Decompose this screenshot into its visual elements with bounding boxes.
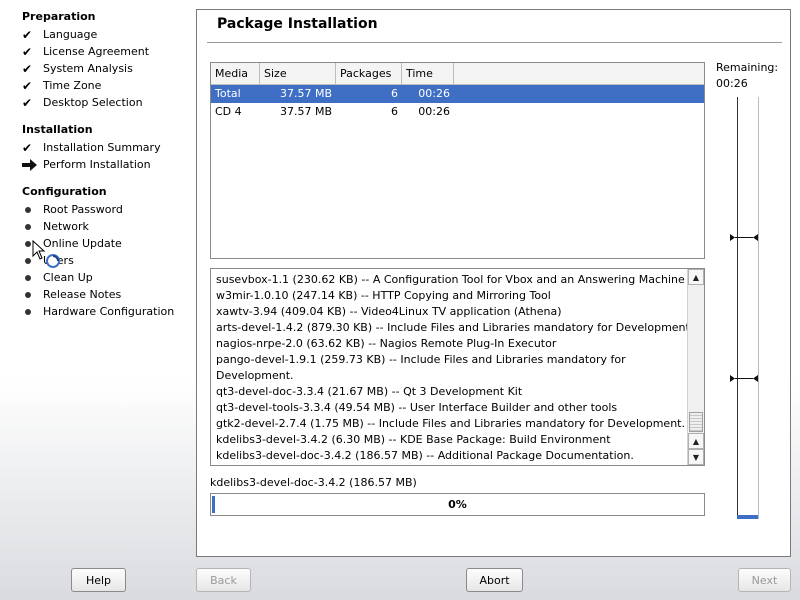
check-icon: ✔ [22,27,33,42]
step-label: Language [43,28,98,41]
log-scrollbar[interactable]: ▲ ▲ ▼ [687,269,704,465]
remaining-marker-icon [730,233,759,242]
log-line: kdelibs3-devel-3.4.2 (6.30 MB) -- KDE Ba… [216,433,611,446]
step-label: Network [43,220,89,233]
log-line: pango-devel-1.9.1 (259.73 KB) -- Include… [216,353,626,366]
remaining-bar-edge [758,97,759,519]
step-label: Root Password [43,203,123,216]
step-label: License Agreement [43,45,150,58]
column-header-size[interactable]: Size [260,63,336,84]
arrow-right-icon [22,158,43,171]
step-license-agreement: ✔ License Agreement [22,43,149,60]
step-hardware-configuration: Hardware Configuration [22,303,174,320]
remaining-label: Remaining: [716,61,779,74]
scroll-down-icon[interactable]: ▼ [688,449,704,465]
cell-media: Total [215,87,241,100]
progress-percent: 0% [448,498,467,511]
remaining-fill [737,515,758,519]
step-label: Installation Summary [43,141,161,154]
busy-cursor-icon [32,239,64,275]
log-line: qt3-devel-tools-3.3.4 (49.54 MB) -- User… [216,401,618,414]
step-language: ✔ Language [22,26,97,43]
step-root-password: Root Password [22,201,123,218]
remaining-bar-axis [737,97,738,519]
log-line: arts-devel-1.4.2 (879.30 KB) -- Include … [216,321,694,334]
check-icon: ✔ [22,44,33,59]
check-icon: ✔ [22,61,33,76]
section-title-installation: Installation [22,123,93,136]
bullet-icon [25,257,31,264]
cell-packages: 6 [391,105,398,118]
log-line: xawtv-3.94 (409.04 KB) -- Video4Linux TV… [216,305,562,318]
remaining-time: 00:26 [716,77,748,90]
log-line: qt3-devel-doc-3.3.4 (21.67 MB) -- Qt 3 D… [216,385,523,398]
check-icon: ✔ [22,95,33,110]
bullet-icon [25,291,31,298]
abort-button[interactable]: Abort [466,568,523,592]
step-label: Desktop Selection [43,96,143,109]
step-label: Hardware Configuration [43,305,175,318]
step-desktop-selection: ✔ Desktop Selection [22,94,143,111]
log-line: nagios-nrpe-2.0 (63.62 KB) -- Nagios Rem… [216,337,557,350]
scrollbar-thumb[interactable] [689,412,703,432]
remaining-progress-bar [730,97,759,519]
cell-size: 37.57 MB [279,105,332,118]
check-icon: ✔ [22,78,33,93]
cell-media: CD 4 [215,105,242,118]
current-package-label: kdelibs3-devel-doc-3.4.2 (186.57 MB) [210,476,417,489]
bullet-icon [25,274,31,281]
step-perform-installation: Perform Installation [22,156,151,173]
bullet-icon [25,308,31,315]
step-time-zone: ✔ Time Zone [22,77,101,94]
log-line: kdelibs3-devel-doc-3.4.2 (186.57 MB) -- … [216,449,634,462]
title-divider [207,42,782,43]
cell-time: 00:26 [418,87,450,100]
log-line: susevbox-1.1 (230.62 KB) -- A Configurat… [216,273,685,286]
step-network: Network [22,218,89,235]
step-label: Time Zone [43,79,102,92]
column-header-media[interactable]: Media [211,63,260,84]
package-log[interactable]: susevbox-1.1 (230.62 KB) -- A Configurat… [210,268,705,466]
column-header-packages[interactable]: Packages [336,63,402,84]
cell-size: 37.57 MB [279,87,332,100]
check-icon: ✔ [22,140,33,155]
back-button[interactable]: Back [196,568,251,592]
cell-packages: 6 [391,87,398,100]
log-line: Development. [216,369,294,382]
scroll-up-icon[interactable]: ▲ [688,433,704,449]
section-title-configuration: Configuration [22,185,107,198]
help-button[interactable]: Help [71,568,126,592]
column-header-time[interactable]: Time [402,63,454,84]
main-panel: Package Installation Media Size Packages… [196,9,791,557]
step-release-notes: Release Notes [22,286,121,303]
log-line: w3mir-1.0.10 (247.14 KB) -- HTTP Copying… [216,289,551,302]
remaining-marker-icon [730,374,759,383]
media-table[interactable]: Media Size Packages Time Total 37.57 MB … [210,62,705,259]
step-label: System Analysis [43,62,133,75]
table-row[interactable]: Total 37.57 MB 6 00:26 [211,85,704,103]
step-system-analysis: ✔ System Analysis [22,60,133,77]
table-row[interactable]: CD 4 37.57 MB 6 00:26 [211,103,704,121]
step-label: Release Notes [43,288,122,301]
table-header: Media Size Packages Time [211,63,704,85]
package-progress-bar: 0% [210,493,705,516]
bullet-icon [25,240,31,247]
cell-time: 00:26 [418,105,450,118]
log-line: gtk2-devel-2.7.4 (1.75 MB) -- Include Fi… [216,417,685,430]
scroll-up-icon[interactable]: ▲ [688,269,704,285]
bullet-icon [25,223,31,230]
step-installation-summary: ✔ Installation Summary [22,139,161,156]
section-title-preparation: Preparation [22,10,96,23]
sidebar: Preparation ✔ Language ✔ License Agreeme… [0,0,196,600]
next-button[interactable]: Next [738,568,791,592]
bullet-icon [25,206,31,213]
page-title: Package Installation [217,16,378,32]
step-label: Perform Installation [43,158,151,171]
